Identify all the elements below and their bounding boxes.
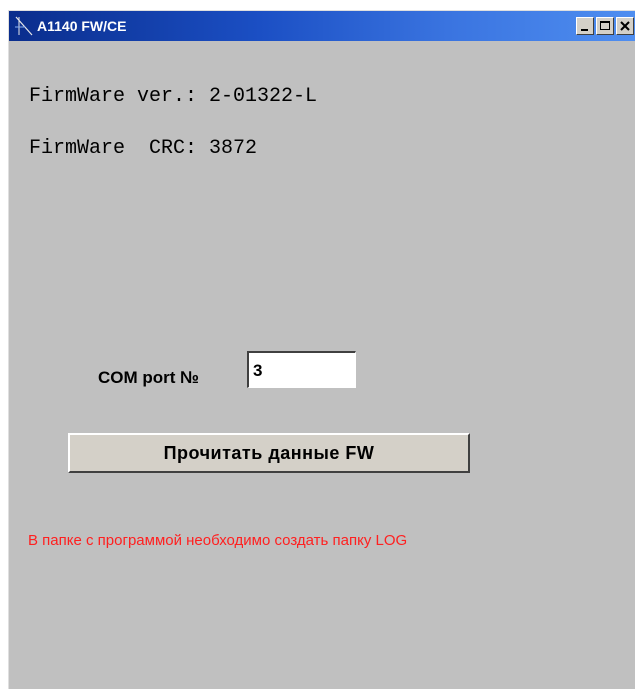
firmware-crc-text: FirmWare CRC: 3872 bbox=[29, 137, 258, 160]
title-bar[interactable]: A1140 FW/CE bbox=[9, 11, 635, 41]
close-icon bbox=[620, 21, 630, 31]
minimize-button[interactable] bbox=[576, 17, 594, 35]
com-port-input[interactable] bbox=[247, 351, 356, 388]
maximize-button[interactable] bbox=[596, 17, 614, 35]
com-port-label: COM port № bbox=[98, 368, 200, 387]
firmware-version-text: FirmWare ver.: 2-01322-L bbox=[29, 85, 318, 108]
log-folder-warning: В папке с программой необходимо создать … bbox=[28, 532, 408, 549]
maximize-icon bbox=[600, 21, 610, 30]
close-button[interactable] bbox=[616, 17, 634, 35]
app-window: A1140 FW/CE FirmWare ver.: 2-01322-L Fir… bbox=[8, 10, 635, 689]
read-fw-data-button[interactable]: Прочитать данные FW bbox=[68, 433, 470, 473]
minimize-icon bbox=[581, 29, 588, 31]
app-icon bbox=[13, 15, 35, 37]
window-title: A1140 FW/CE bbox=[37, 18, 127, 34]
